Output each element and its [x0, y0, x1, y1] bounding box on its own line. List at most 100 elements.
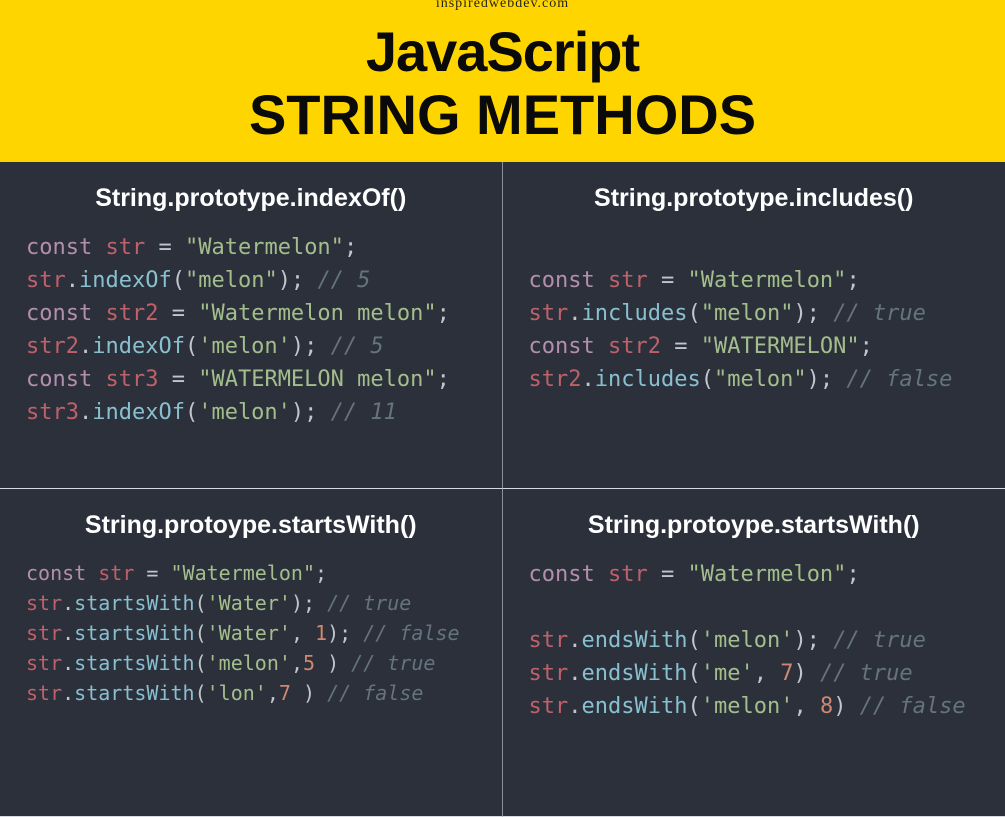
code-token: "Watermelon"	[687, 562, 846, 587]
code-token: const	[529, 268, 608, 293]
header-banner: inspiredwebdev.com JavaScript STRING MET…	[0, 0, 1005, 162]
code-line: str.startsWith('lon',7 ) // false	[26, 678, 476, 708]
code-token: (	[195, 621, 207, 645]
code-token: startsWith	[74, 681, 194, 705]
code-line: str2.includes("melon"); // false	[529, 363, 980, 396]
code-token: "melon"	[701, 301, 794, 326]
code-token: str	[26, 651, 62, 675]
code-token: str	[26, 621, 62, 645]
code-token: str3	[26, 400, 79, 425]
code-line	[529, 591, 980, 624]
method-title: String.protoype.startsWith()	[26, 511, 476, 540]
code-token: .	[62, 621, 74, 645]
code-token: );	[793, 301, 833, 326]
code-token: );	[291, 591, 327, 615]
code-token: // true	[351, 651, 435, 675]
code-token: (	[687, 301, 700, 326]
code-token: str	[529, 301, 569, 326]
code-token: (	[185, 400, 198, 425]
code-token: );	[291, 400, 331, 425]
code-token: ;	[315, 561, 327, 585]
code-token: str	[105, 235, 145, 260]
code-block: const str = "Watermelon";str.endsWith('m…	[529, 558, 980, 723]
code-token: str2	[529, 367, 582, 392]
code-token: (	[687, 661, 700, 686]
code-line: const str2 = "Watermelon melon";	[26, 297, 476, 330]
code-token: .	[568, 628, 581, 653]
code-token: (	[185, 334, 198, 359]
method-cell: String.protoype.startsWith() const str = …	[503, 489, 1005, 817]
code-token: =	[648, 268, 688, 293]
code-token: .	[568, 661, 581, 686]
code-token: 'melon'	[701, 694, 794, 719]
code-token: "WATERMELON melon"	[198, 367, 436, 392]
code-token: 7	[780, 661, 793, 686]
code-token: 1	[315, 621, 327, 645]
method-title: String.prototype.includes()	[529, 184, 980, 213]
code-token: ;	[437, 367, 450, 392]
code-token: ;	[846, 268, 859, 293]
code-token: "Watermelon"	[687, 268, 846, 293]
code-token: const	[26, 301, 105, 326]
method-title: String.prototype.indexOf()	[26, 184, 476, 213]
code-line: str.startsWith('Water', 1); // false	[26, 618, 476, 648]
code-token: // false	[846, 367, 952, 392]
code-token: "melon"	[714, 367, 807, 392]
code-token: 'Water'	[207, 621, 291, 645]
code-token: ;	[437, 301, 450, 326]
code-token: str	[26, 681, 62, 705]
code-line: str.endsWith('melon'); // true	[529, 624, 980, 657]
code-token: // 5	[317, 268, 370, 293]
code-token: (	[701, 367, 714, 392]
code-block: const str = "Watermelon";str.includes("m…	[529, 231, 980, 396]
methods-grid: String.prototype.indexOf() const str = "W…	[0, 162, 1005, 817]
code-token: =	[145, 235, 185, 260]
code-token: str2	[105, 301, 158, 326]
code-line: str2.indexOf('melon'); // 5	[26, 330, 476, 363]
code-token: );	[327, 621, 363, 645]
code-token: // true	[327, 591, 411, 615]
method-cell: String.prototype.indexOf() const str = "W…	[0, 162, 503, 489]
code-token: includes	[582, 301, 688, 326]
code-token: str	[98, 561, 134, 585]
code-token: indexOf	[92, 334, 185, 359]
code-token: ,	[267, 681, 279, 705]
code-token: str	[608, 268, 648, 293]
code-token: .	[62, 681, 74, 705]
code-token: // true	[833, 301, 926, 326]
code-block: const str = "Watermelon";str.startsWith(…	[26, 558, 476, 708]
method-title: String.protoype.startsWith()	[529, 511, 980, 540]
code-line: const str3 = "WATERMELON melon";	[26, 363, 476, 396]
code-token: "melon"	[185, 268, 278, 293]
code-token: // true	[820, 661, 913, 686]
code-token: (	[687, 628, 700, 653]
code-token: (	[195, 681, 207, 705]
code-token: 'Water'	[207, 591, 291, 615]
code-token: 7	[279, 681, 291, 705]
code-line: const str2 = "WATERMELON";	[529, 330, 980, 363]
code-token: "Watermelon"	[171, 561, 316, 585]
code-token: =	[134, 561, 170, 585]
code-token: )	[291, 681, 327, 705]
code-line: str.startsWith('Water'); // true	[26, 588, 476, 618]
code-token: =	[648, 562, 688, 587]
code-token: .	[62, 591, 74, 615]
code-token: )	[793, 661, 820, 686]
code-token: str	[608, 562, 648, 587]
code-token: str2	[608, 334, 661, 359]
code-token: .	[79, 400, 92, 425]
code-token: );	[807, 367, 847, 392]
code-line: const str = "Watermelon";	[529, 558, 980, 591]
code-token: endsWith	[582, 628, 688, 653]
code-token: endsWith	[582, 694, 688, 719]
code-token: str	[529, 628, 569, 653]
code-line: const str = "Watermelon";	[26, 558, 476, 588]
code-token: startsWith	[74, 651, 194, 675]
code-token: )	[315, 651, 351, 675]
code-token: 'melon'	[198, 400, 291, 425]
code-token: =	[158, 367, 198, 392]
code-token: 'melon'	[198, 334, 291, 359]
code-token: const	[26, 367, 105, 392]
code-token: const	[26, 235, 105, 260]
code-token: endsWith	[582, 661, 688, 686]
